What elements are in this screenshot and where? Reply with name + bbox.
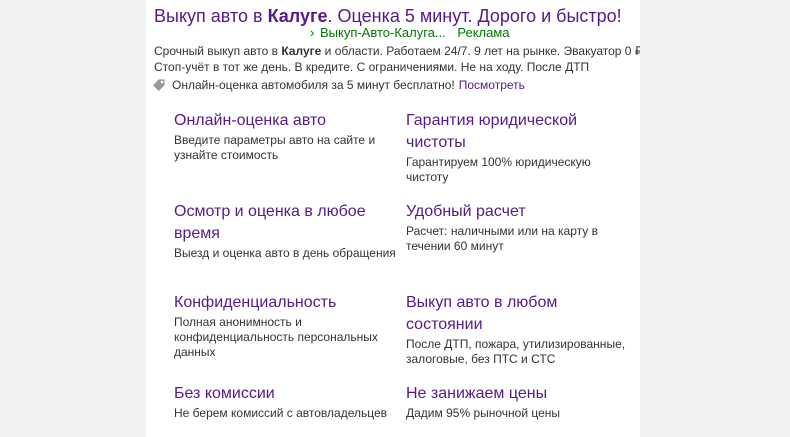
ad-label: Реклама [457, 25, 510, 40]
sitelink-desc: Расчет: наличными или на карту в течении… [406, 224, 598, 253]
sitelink-desc: После ДТП, пожара, утилизированные, зало… [406, 337, 626, 366]
ad-description: Срочный выкуп авто в Калуге и области. Р… [154, 43, 640, 75]
sitelink-title[interactable]: Осмотр и оценка в любое время [174, 201, 396, 245]
sitelink-6: Выкуп авто в любом состоянии После ДТП, … [406, 292, 628, 367]
sitelink-5: Конфиденциальность Полная анонимность и … [174, 292, 396, 360]
ad-display-url[interactable]: Выкуп-Авто-Калуга... [320, 25, 446, 40]
tag-icon [153, 79, 165, 91]
sitelink-desc: Не берем комиссий с автовладельцев [174, 406, 388, 420]
sitelink-7: Без комиссии Не берем комиссий с автовла… [174, 383, 396, 421]
sitelink-desc: Выезд и оценка авто в день обращения [174, 246, 396, 260]
sitelink-desc: Дадим 95% рыночной цены [406, 406, 561, 420]
ad-description-line-2: Стоп-учёт в тот же день. В кредите. С ог… [154, 60, 590, 74]
ad-card: Выкуп авто в Калуге. Оценка 5 минут. Дор… [146, 0, 640, 437]
callout-text: Онлайн-оценка автомобиля за 5 минут бесп… [172, 78, 455, 92]
ad-desc-text-a: Срочный выкуп авто в [154, 44, 282, 58]
chevron-right-icon: › [310, 25, 315, 40]
ad-desc-text-b: и области. Работаем 24/7. 9 лет на рынке… [321, 44, 640, 58]
sitelink-desc: Полная анонимность и конфиденциальность … [174, 315, 378, 359]
ad-title-prefix: Выкуп авто в [154, 6, 268, 26]
callout-link[interactable]: Посмотреть [459, 78, 525, 92]
sitelink-title[interactable]: Конфиденциальность [174, 292, 396, 314]
sitelink-title[interactable]: Не занижаем цены [406, 383, 628, 405]
ad-desc-bold: Калуге [281, 44, 322, 58]
sitelink-title[interactable]: Удобный расчет [406, 201, 628, 223]
ad-title-bold: Калуге [267, 6, 328, 26]
sitelink-desc: Введите параметры авто на сайте и узнайт… [174, 133, 376, 162]
sitelink-2: Гарантия юридической чистоты Гарантируем… [406, 110, 628, 185]
sitelink-4: Удобный расчет Расчет: наличными или на … [406, 201, 628, 254]
ad-description-line-1: Срочный выкуп авто в Калуге и области. Р… [154, 43, 640, 59]
ad-title-suffix: . Оценка 5 минут. Дорого и быстро! [327, 6, 622, 26]
sitelink-title[interactable]: Онлайн-оценка авто [174, 110, 396, 132]
sitelink-1: Онлайн-оценка авто Введите параметры авт… [174, 110, 396, 163]
sitelink-8: Не занижаем цены Дадим 95% рыночной цены [406, 383, 628, 421]
ad-url-line: › Выкуп-Авто-Калуга... Реклама [310, 25, 510, 40]
sitelink-title[interactable]: Выкуп авто в любом состоянии [406, 292, 628, 336]
sitelink-desc: Гарантируем 100% юридическую чистоту [406, 155, 591, 184]
sitelink-3: Осмотр и оценка в любое время Выезд и оц… [174, 201, 396, 261]
sitelink-title[interactable]: Без комиссии [174, 383, 396, 405]
ad-callout: Онлайн-оценка автомобиля за 5 минут бесп… [152, 78, 525, 92]
sitelink-title[interactable]: Гарантия юридической чистоты [406, 110, 628, 154]
ad-title-link[interactable]: Выкуп авто в Калуге. Оценка 5 минут. Дор… [154, 6, 622, 27]
